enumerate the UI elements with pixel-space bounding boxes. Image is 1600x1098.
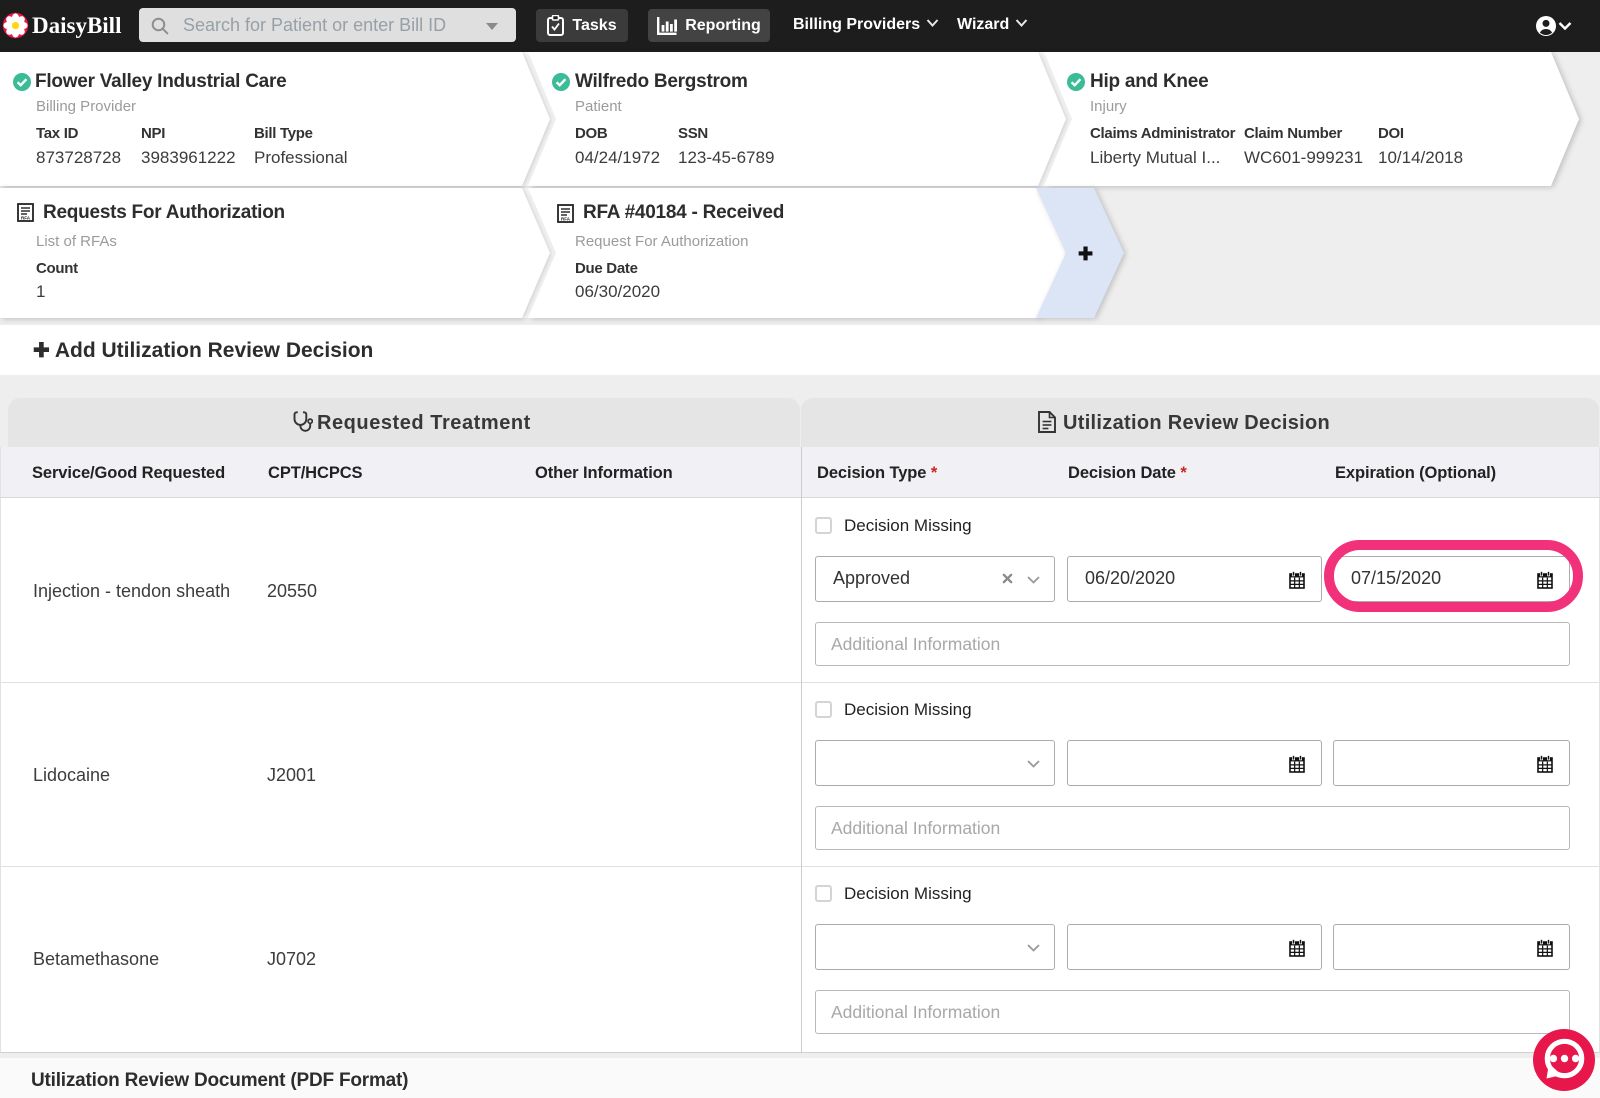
- svg-text:RFA: RFA: [561, 216, 571, 221]
- svg-text:RFA: RFA: [21, 215, 31, 220]
